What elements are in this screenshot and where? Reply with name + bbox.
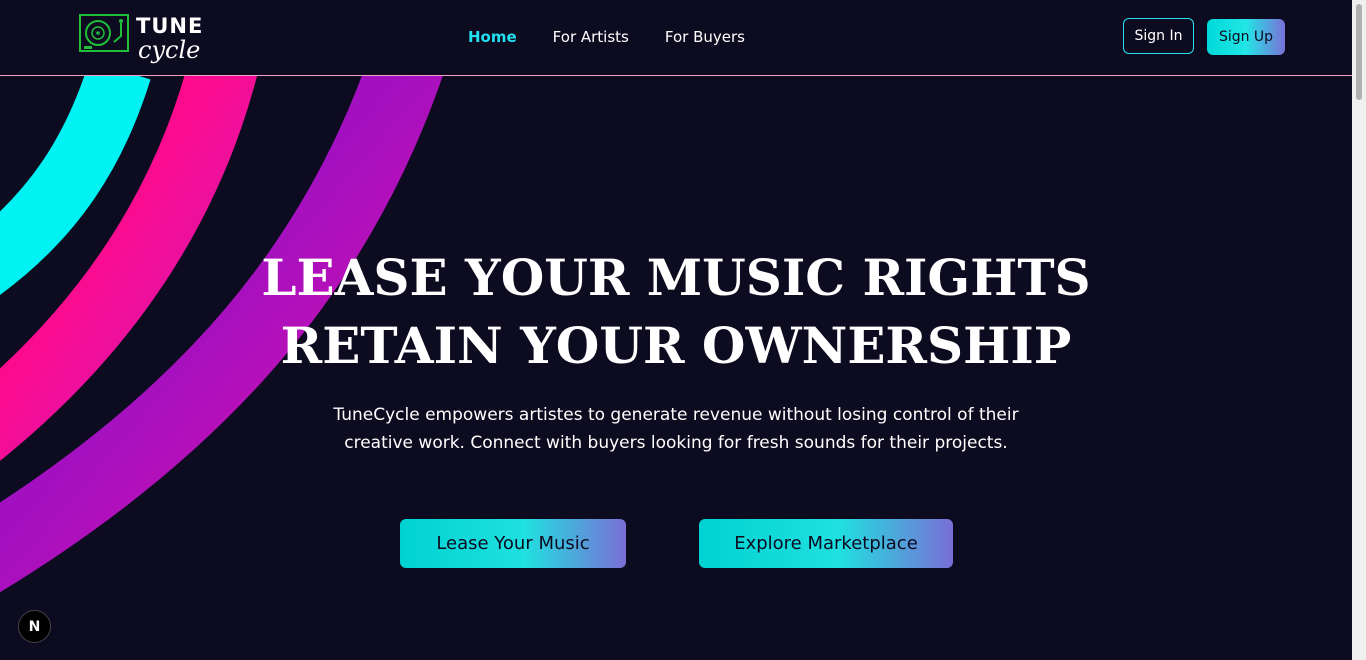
cyan-arc: [0, 60, 151, 295]
brand-logo[interactable]: TUNE cycle: [78, 12, 218, 68]
page: TUNE cycle Home For Artists For Buyers S…: [0, 0, 1366, 660]
sign-up-button[interactable]: Sign Up: [1207, 19, 1285, 55]
nav-for-buyers[interactable]: For Buyers: [665, 28, 745, 46]
nextjs-icon[interactable]: N: [18, 610, 51, 643]
nav-home[interactable]: Home: [468, 28, 517, 46]
site-header: TUNE cycle Home For Artists For Buyers S…: [0, 0, 1352, 76]
hero-title-line-2: RETAIN YOUR OWNERSHIP: [280, 316, 1072, 375]
hero-subtitle: TuneCycle empowers artistes to generate …: [333, 405, 1019, 453]
scrollbar[interactable]: [1352, 0, 1366, 660]
explore-marketplace-button[interactable]: Explore Marketplace: [699, 519, 953, 568]
main-nav: Home For Artists For Buyers: [468, 28, 745, 46]
lease-your-music-button[interactable]: Lease Your Music: [400, 519, 626, 568]
hero-title-line-1: LEASE YOUR MUSIC RIGHTS: [261, 248, 1091, 307]
brand-name-bottom: cycle: [138, 36, 200, 64]
brand-name-top: TUNE: [136, 14, 203, 38]
scrollbar-thumb[interactable]: [1356, 4, 1362, 100]
turntable-icon: [79, 14, 129, 52]
sign-in-button[interactable]: Sign In: [1123, 18, 1194, 54]
nav-for-artists[interactable]: For Artists: [553, 28, 629, 46]
hero-title: LEASE YOUR MUSIC RIGHTS RETAIN YOUR OWNE…: [0, 244, 1352, 380]
